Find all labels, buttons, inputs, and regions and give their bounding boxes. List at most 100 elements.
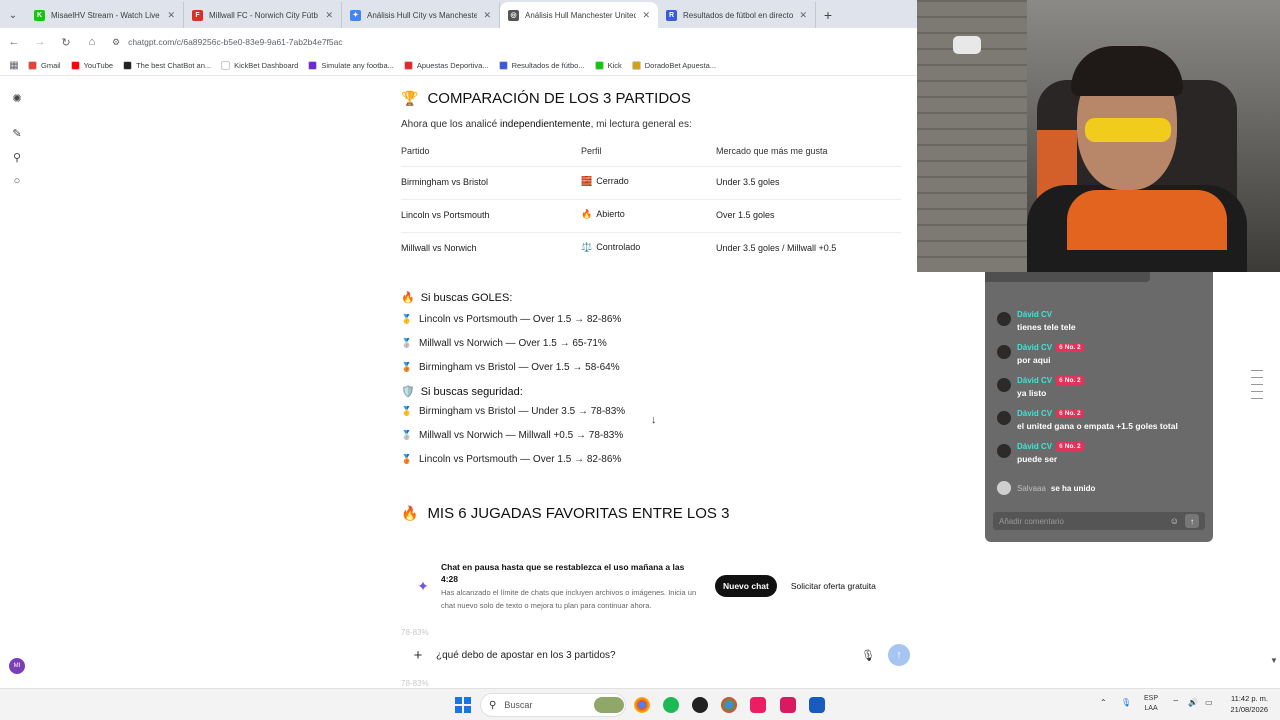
close-tab-icon[interactable]: ✕	[642, 10, 650, 21]
taskbar-search-placeholder: Buscar	[504, 700, 533, 710]
browser-tab[interactable]: K MisaelHV Stream - Watch Live o ✕	[26, 2, 184, 28]
bookmark-item[interactable]: Simulate any footba...	[308, 61, 394, 70]
browser-tab[interactable]: ✦ Análisis Hull City vs Mancheste ✕	[342, 2, 500, 28]
windows-taskbar: ⚲ Buscar ⌃ 🎙 ESP LAA ⌔ 🔊 ▭ 11:42 p. m. 2…	[0, 688, 1280, 720]
browser-tab[interactable]: F Millwall FC - Norwich City Fútb ✕	[184, 2, 342, 28]
chrome-profile-icon[interactable]	[721, 697, 737, 713]
prompt-input[interactable]	[436, 649, 858, 661]
chat-username[interactable]: Dávid CV 6 No. 2	[1017, 343, 1207, 352]
close-tab-icon[interactable]: ✕	[483, 10, 491, 21]
battery-icon[interactable]: ▭	[1205, 698, 1213, 707]
home-icon[interactable]: ⌂	[80, 30, 104, 54]
comparison-table: Partido Perfil Mercado que más me gusta …	[401, 140, 901, 265]
scroll-down-icon[interactable]: ▼	[1270, 656, 1278, 665]
chatgpt-logo-icon[interactable]: ✺	[10, 91, 24, 105]
list-item: 🥈 Millwall vs Norwich — Millwall +0.5 → 7…	[401, 430, 911, 441]
close-tab-icon[interactable]: ✕	[167, 10, 175, 21]
chat-username[interactable]: Dávid CV 6 No. 2	[1017, 409, 1207, 418]
chat-send-icon[interactable]: ↑	[1185, 514, 1199, 528]
column-header-mercado: Mercado que más me gusta	[716, 146, 828, 156]
list-item-text: Lincoln vs Portsmouth — Over 1.5 → 82-86…	[419, 314, 622, 325]
system-clock[interactable]: 11:42 p. m. 21/08/2026	[1222, 693, 1268, 715]
address-bar[interactable]: ⚙ chatgpt.com/c/6a89256c-b5e0-83e9-9a61-…	[112, 31, 917, 53]
chat-username[interactable]: Dávid CV	[1017, 310, 1207, 319]
browser-toolbar: ← → ↻ ⌂ ⚙ chatgpt.com/c/6a89256c-b5e0-83…	[0, 28, 917, 56]
list-item-text: Millwall vs Norwich — Millwall +0.5 → 78…	[419, 430, 624, 441]
library-icon[interactable]: ○	[10, 174, 24, 188]
profile-icon: 🧱	[581, 176, 593, 186]
scroll-down-arrow-icon[interactable]: ↓	[651, 414, 657, 426]
side-menu-lines-icon[interactable]	[1251, 370, 1263, 405]
join-text: se ha unido	[1050, 483, 1096, 493]
market-cell: Under 3.5 goles / Millwall +0.5	[716, 232, 901, 265]
tab-search-chevron-icon[interactable]: ⌄	[0, 2, 26, 28]
volume-icon[interactable]: 🔊	[1188, 698, 1198, 707]
avatar	[997, 378, 1011, 392]
bookmark-item[interactable]: DoradoBet Apuesta...	[631, 61, 716, 70]
bookmark-label: Simulate any footba...	[321, 61, 394, 70]
tiktok-icon[interactable]	[750, 697, 766, 713]
chat-message: Dávid CV tienes tele tele	[997, 310, 1207, 332]
bookmark-item[interactable]: Apuestas Deportiva...	[403, 61, 489, 70]
bookmark-item[interactable]: KickBet Dashboard	[221, 61, 298, 70]
chat-username[interactable]: Dávid CV 6 No. 2	[1017, 442, 1207, 451]
chat-sidebar-rail: ✺ ✎ ⚲ ○ MI	[0, 76, 34, 688]
add-attachment-icon[interactable]: +	[404, 647, 432, 664]
emoji-icon[interactable]: ☺	[1170, 516, 1179, 526]
language-indicator[interactable]: ESP LAA	[1144, 694, 1158, 714]
free-offer-link[interactable]: Solicitar oferta gratuita	[791, 581, 876, 591]
tab-favicon-icon: F	[192, 9, 203, 21]
reload-icon[interactable]: ↻	[54, 30, 78, 54]
browser-tab[interactable]: R Resultados de fútbol en directo ✕	[658, 2, 816, 28]
webcam-microphone	[953, 36, 981, 54]
close-tab-icon[interactable]: ✕	[325, 10, 333, 21]
intro-prefix: Ahora que los analicé	[401, 119, 500, 130]
shield-icon: 🛡️	[401, 386, 415, 398]
bookmark-item[interactable]: Resultados de fútbo...	[498, 61, 585, 70]
new-tab-button[interactable]: +	[816, 2, 840, 28]
bookmark-item[interactable]: Gmail	[28, 61, 61, 70]
bookmark-favicon-icon	[594, 61, 604, 70]
new-chat-button[interactable]: Nuevo chat	[715, 575, 777, 597]
medal-icon: 🥉	[401, 454, 413, 464]
tray-chevron-icon[interactable]: ⌃	[1100, 698, 1107, 707]
tray-mic-icon[interactable]: 🎙	[1121, 698, 1131, 707]
spotify-icon[interactable]	[663, 697, 679, 713]
close-tab-icon[interactable]: ✕	[799, 10, 807, 21]
chrome-icon[interactable]	[634, 697, 650, 713]
fan-badge: 6 No. 2	[1056, 442, 1084, 451]
microphone-icon[interactable]: 🎙	[858, 649, 878, 662]
list-item-text: Millwall vs Norwich — Over 1.5 → 65-71%	[419, 338, 607, 349]
bookmark-item[interactable]: YouTube	[70, 61, 113, 70]
forward-icon[interactable]: →	[28, 30, 52, 54]
word-icon[interactable]	[809, 697, 825, 713]
browser-tab[interactable]: ◎ Análisis Hull Manchester United ✕	[500, 2, 658, 28]
chat-comment-input[interactable]: Añadir comentario ☺ ↑	[993, 512, 1205, 530]
widgets-icon[interactable]	[594, 697, 624, 713]
app-icon[interactable]	[780, 697, 796, 713]
apps-grid-icon[interactable]: ▦	[0, 60, 28, 71]
banner-body: Has alcanzado el límite de chats que inc…	[441, 587, 697, 610]
webcam-glasses	[1085, 118, 1171, 142]
search-icon[interactable]: ⚲	[10, 150, 24, 164]
bookmark-item[interactable]: Kick	[594, 61, 622, 70]
assistant-message: 🏆 COMPARACIÓN DE LOS 3 PARTIDOS Ahora qu…	[401, 90, 911, 522]
back-icon[interactable]: ←	[2, 30, 26, 54]
column-header-partido: Partido	[401, 146, 430, 156]
site-info-icon[interactable]: ⚙	[112, 37, 120, 48]
send-button[interactable]: ↑	[888, 644, 910, 666]
wifi-icon[interactable]: ⌔	[1172, 698, 1180, 708]
chat-message-text: tienes tele tele	[1017, 322, 1076, 332]
bookmark-favicon-icon	[221, 61, 231, 70]
table-row: Lincoln vs Portsmouth 🔥 Abierto Over 1.5 go…	[401, 199, 901, 233]
avatar[interactable]: MI	[9, 658, 25, 674]
chat-message: Dávid CV 6 No. 2 el united gana o empata +1…	[997, 409, 1207, 431]
chat-username[interactable]: Dávid CV 6 No. 2	[1017, 376, 1207, 385]
obs-icon[interactable]	[692, 697, 708, 713]
medal-icon: 🥇	[401, 406, 413, 416]
bookmark-item[interactable]: The best ChatBot an...	[123, 61, 211, 70]
windows-start-icon[interactable]	[455, 697, 471, 713]
list-item: 🥈 Millwall vs Norwich — Over 1.5 → 65-71%	[401, 338, 911, 349]
new-chat-icon[interactable]: ✎	[10, 126, 24, 140]
search-icon: ⚲	[489, 699, 497, 711]
